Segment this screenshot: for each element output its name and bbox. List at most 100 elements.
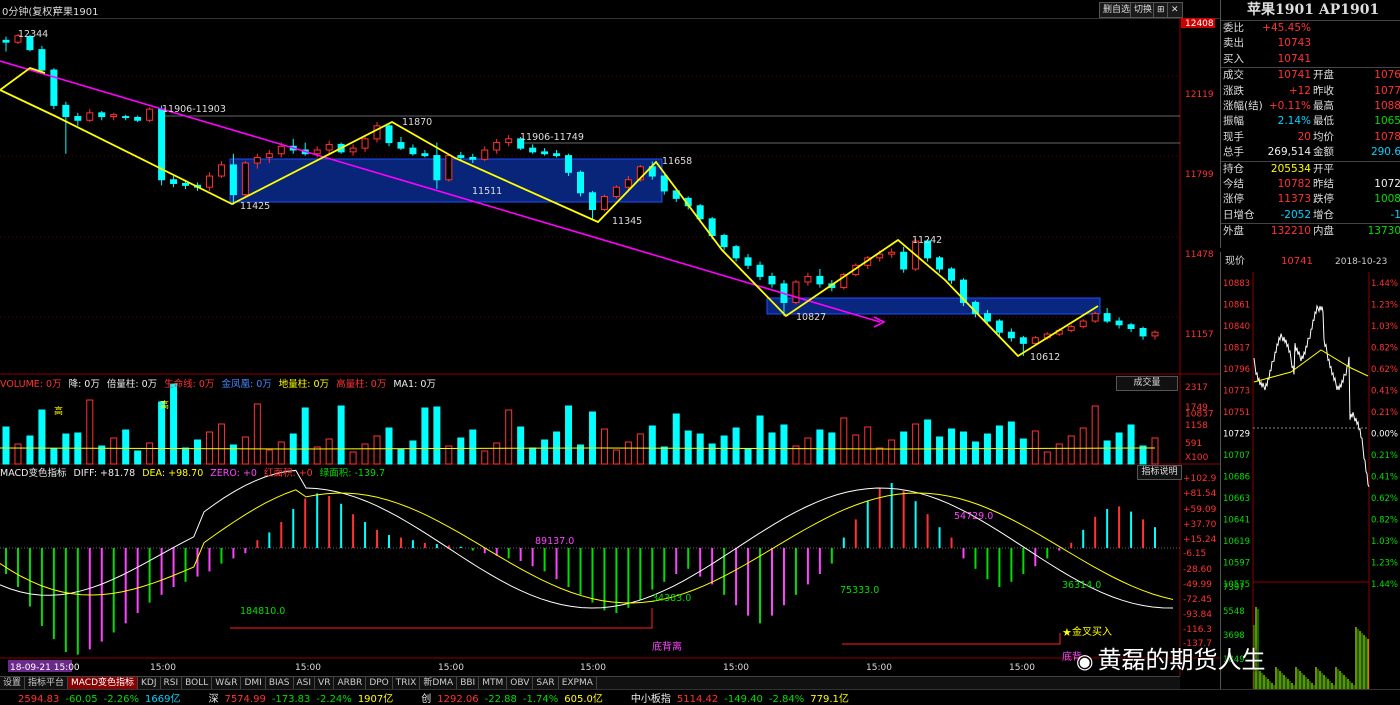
- volume-bar: [50, 448, 58, 465]
- volume-bar: [373, 435, 381, 465]
- tab-12[interactable]: DPO: [366, 677, 393, 689]
- volume-axis-label: X100: [1185, 453, 1209, 463]
- status-item: -2.84%: [768, 694, 805, 705]
- mini-right-axis-label: 0.62%: [1371, 365, 1398, 375]
- status-item: 779.1亿: [810, 694, 849, 705]
- tab-9[interactable]: ASI: [294, 677, 316, 689]
- kline-chart[interactable]: 124081211911799114781115710837 123441190…: [0, 18, 1220, 676]
- volume-axis-label: 591: [1185, 439, 1202, 449]
- quote-row: 现手 20 均价 1078: [1221, 130, 1400, 145]
- macd-axis-label: -6.15: [1183, 549, 1206, 559]
- candle-body: [325, 143, 333, 151]
- tab-15[interactable]: BBI: [457, 677, 480, 689]
- tab-7[interactable]: DMI: [241, 677, 266, 689]
- volume-bar: [361, 443, 369, 465]
- volume-bar: [541, 439, 549, 465]
- volume-bar: [529, 447, 537, 465]
- volume-bar: [672, 413, 680, 465]
- time-tick-label: 15:00: [1009, 663, 1035, 673]
- status-item: -149.40: [724, 694, 763, 705]
- candle-body: [493, 142, 501, 151]
- price-annotation: 11242: [912, 235, 942, 246]
- tab-4[interactable]: RSI: [161, 677, 183, 689]
- volume-bar: [1139, 445, 1147, 465]
- macd-annotation: 36314.0: [1062, 580, 1101, 591]
- volume-bar: [86, 399, 94, 465]
- tab-18[interactable]: SAR: [533, 677, 559, 689]
- tab-17[interactable]: OBV: [507, 677, 534, 689]
- quote-value: 1078: [1374, 130, 1400, 143]
- time-tick-label: 15:00: [150, 663, 176, 673]
- candle-body: [86, 112, 94, 121]
- candle-body: [1151, 331, 1159, 337]
- tab-8[interactable]: BIAS: [266, 677, 294, 689]
- price-annotation: 10827: [796, 312, 826, 323]
- divergence-line: [842, 633, 1061, 645]
- tab-13[interactable]: TRIX: [393, 677, 421, 689]
- volume-bar: [780, 424, 788, 465]
- volume-bar: [900, 431, 908, 465]
- tab-19[interactable]: EXPMA: [559, 677, 597, 689]
- tab-16[interactable]: MTM: [479, 677, 508, 689]
- tab-10[interactable]: VR: [315, 677, 335, 689]
- volume-bar: [349, 451, 357, 465]
- volume-bar: [948, 428, 956, 465]
- watermark: ◉ 黄磊的期货人生: [1076, 640, 1265, 675]
- status-item: 深: [208, 694, 219, 705]
- volume-bar: [457, 437, 465, 465]
- volume-bar: [217, 423, 225, 465]
- volume-bar: [1031, 430, 1039, 465]
- quote-label: 现手: [1223, 130, 1244, 143]
- tab-6[interactable]: W&R: [212, 677, 242, 689]
- candle-body: [1139, 327, 1147, 337]
- volume-bar: [122, 429, 130, 465]
- candle-body: [50, 69, 58, 106]
- volume-bar: [565, 405, 573, 465]
- quote-row: 外盘 132210 内盘 13730: [1221, 223, 1400, 239]
- macd-axis-label: +81.54: [1183, 489, 1217, 499]
- volume-button[interactable]: 成交量: [1116, 376, 1178, 391]
- volume-bar: [1019, 438, 1027, 465]
- tab-1[interactable]: 指标平台: [25, 677, 69, 689]
- tab-0[interactable]: 设置: [0, 677, 26, 689]
- mini-right-axis-label: 1.03%: [1371, 322, 1398, 332]
- volume-bar: [1127, 424, 1135, 465]
- volume-bar: [648, 425, 656, 465]
- macd-legend-item: ZERO: +0: [210, 468, 257, 479]
- candle-body: [900, 251, 908, 270]
- quote-value: -1: [1390, 208, 1400, 221]
- mini-right-axis-label: 1.03%: [1371, 537, 1398, 547]
- volume-bar: [301, 407, 309, 465]
- indicator-help-button[interactable]: 指标说明: [1137, 465, 1182, 480]
- tab-11[interactable]: ARBR: [334, 677, 367, 689]
- remove-watchlist-button[interactable]: 删自选: [1099, 2, 1135, 18]
- volume-bar: [481, 450, 489, 465]
- volume-legend-item: VOLUME: 0万: [0, 379, 62, 390]
- close-icon[interactable]: ✕: [1167, 2, 1183, 18]
- candle-body: [409, 147, 417, 155]
- candle-body: [182, 182, 190, 186]
- tab-3[interactable]: KDJ: [138, 677, 161, 689]
- quote-row: 委比 +45.45%: [1221, 21, 1400, 36]
- candle-body: [421, 153, 429, 157]
- tab-5[interactable]: BOLL: [182, 677, 213, 689]
- price-axis-label: 12408: [1185, 19, 1214, 29]
- star-icon: ★: [1062, 626, 1072, 639]
- candle-body: [565, 155, 573, 173]
- mini-left-axis-label: 10840: [1223, 322, 1250, 332]
- candle-body: [98, 112, 106, 118]
- volume-tag: 高: [54, 405, 63, 417]
- volume-bar: [624, 441, 632, 465]
- volume-bar: [277, 441, 285, 465]
- tab-2[interactable]: MACD变色指标: [68, 677, 139, 689]
- macd-axis-label: -72.45: [1183, 595, 1212, 605]
- status-item: 创: [421, 694, 432, 705]
- volume-bar: [229, 444, 237, 465]
- tab-14[interactable]: 新DMA: [420, 677, 458, 689]
- candle-body: [385, 125, 393, 144]
- mini-left-axis-label: 10861: [1223, 301, 1250, 311]
- mini-right-axis-label: 1.44%: [1371, 279, 1398, 289]
- candle-body: [170, 179, 178, 184]
- intraday-panel[interactable]: 现价 10741 2018-10-23 10883 10861 10840 10817…: [1220, 252, 1400, 689]
- quote-label: 最高: [1313, 99, 1334, 112]
